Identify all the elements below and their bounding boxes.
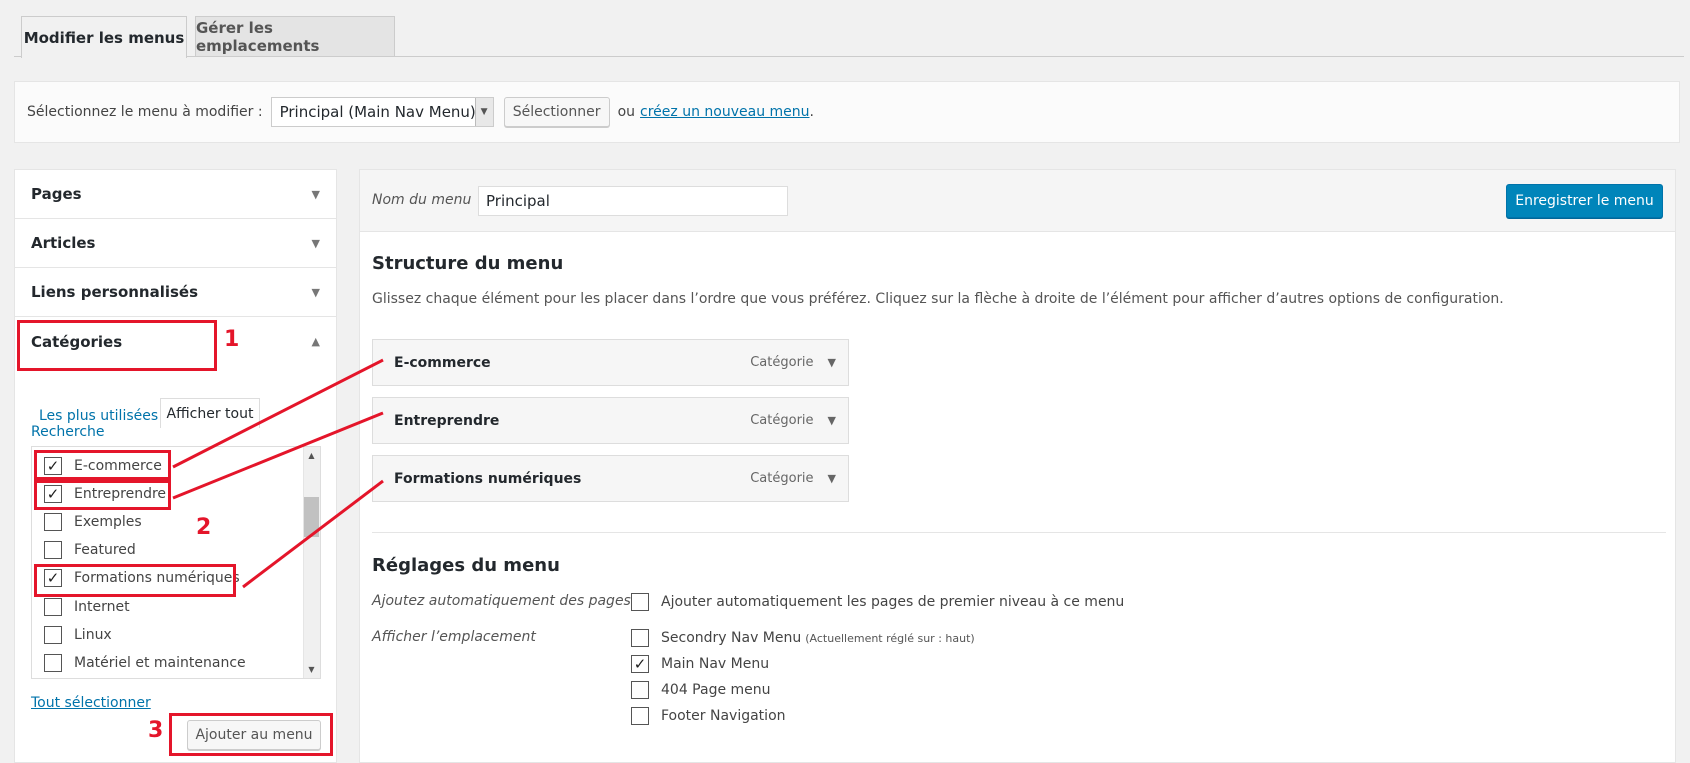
annotation-highlight-formations: [34, 564, 236, 597]
menu-item-title: Entreprendre: [394, 412, 500, 429]
list-item[interactable]: Exemples: [44, 511, 142, 533]
category-label: Internet: [74, 599, 130, 615]
caret-down-icon[interactable]: ▼: [828, 356, 836, 369]
category-label: Matériel et maintenance: [74, 655, 246, 671]
accordion-articles[interactable]: Articles ▼: [15, 219, 336, 268]
auto-add-option-label: Ajouter automatiquement les pages de pre…: [661, 594, 1125, 610]
annotation-highlight-add-button: [169, 713, 333, 756]
menu-name-input[interactable]: Principal: [478, 186, 788, 216]
menu-structure-panel: Nom du menu Principal Enregistrer le men…: [359, 169, 1676, 763]
category-label: Exemples: [74, 514, 142, 530]
checkbox[interactable]: [44, 513, 62, 531]
select-all-link[interactable]: Tout sélectionner: [31, 695, 151, 711]
tab-show-all[interactable]: Afficher tout: [160, 398, 260, 428]
chevron-down-icon: ▼: [474, 98, 493, 126]
location-option-label: Main Nav Menu: [661, 656, 770, 672]
menu-name-label: Nom du menu: [372, 192, 472, 208]
accordion-label: Liens personnalisés: [31, 283, 199, 301]
menu-item-type: Catégorie: [750, 355, 814, 370]
accordion-custom-links[interactable]: Liens personnalisés ▼: [15, 268, 336, 317]
location-option[interactable]: ✓ Main Nav Menu: [631, 653, 769, 675]
checkbox[interactable]: ✓: [631, 655, 649, 673]
tab-edit-menus[interactable]: Modifier les menus: [21, 16, 187, 58]
location-option[interactable]: Footer Navigation: [631, 705, 786, 727]
caret-down-icon: ▼: [311, 187, 320, 201]
select-button[interactable]: Sélectionner: [503, 97, 610, 127]
or-text: ou: [617, 104, 636, 120]
settings-title: Réglages du menu: [372, 555, 560, 576]
tab-search[interactable]: Recherche: [31, 424, 105, 440]
category-label: Linux: [74, 627, 112, 643]
location-option-label: Footer Navigation: [661, 708, 786, 724]
location-option[interactable]: Secondry Nav Menu (Actuellement réglé su…: [631, 627, 975, 649]
menu-item[interactable]: E-commerce Catégorie ▼: [372, 339, 849, 386]
location-option-label: 404 Page menu: [661, 682, 771, 698]
menu-select-value: Principal (Main Nav Menu): [279, 103, 476, 121]
location-option[interactable]: 404 Page menu: [631, 679, 771, 701]
menu-item-type: Catégorie: [750, 471, 814, 486]
auto-add-label: Ajoutez automatiquement des pages: [372, 593, 631, 609]
structure-title: Structure du menu: [372, 253, 564, 274]
location-note: (Actuellement réglé sur : haut): [805, 631, 975, 645]
list-item[interactable]: Internet: [44, 596, 130, 618]
list-item[interactable]: Matériel et maintenance: [44, 652, 246, 674]
annotation-number-3: 3: [148, 718, 164, 743]
create-menu-link[interactable]: créez un nouveau menu: [640, 104, 809, 120]
checkbox[interactable]: [44, 626, 62, 644]
list-item[interactable]: Featured: [44, 539, 136, 561]
menu-item-title: Formations numériques: [394, 470, 582, 487]
caret-up-icon: ▲: [311, 335, 320, 348]
annotation-number-1: 1: [224, 327, 240, 352]
checkbox[interactable]: [44, 541, 62, 559]
checkbox[interactable]: [631, 593, 649, 611]
list-item[interactable]: Linux: [44, 624, 112, 646]
scroll-down-icon[interactable]: ▼: [303, 661, 320, 678]
save-menu-button[interactable]: Enregistrer le menu: [1506, 184, 1663, 218]
caret-down-icon: ▼: [311, 236, 320, 250]
menu-select-bar: Sélectionnez le menu à modifier : Princi…: [14, 81, 1680, 143]
checkbox[interactable]: [44, 654, 62, 672]
checkbox[interactable]: [631, 629, 649, 647]
divider: [372, 532, 1666, 533]
accordion-label: Pages: [31, 185, 82, 203]
caret-down-icon[interactable]: ▼: [828, 414, 836, 427]
menu-item[interactable]: Formations numériques Catégorie ▼: [372, 455, 849, 502]
menu-select-dropdown[interactable]: Principal (Main Nav Menu) ▼: [270, 97, 494, 127]
tab-divider: [14, 56, 1684, 57]
accordion-pages[interactable]: Pages ▼: [15, 170, 336, 219]
menu-item-title: E-commerce: [394, 354, 491, 371]
scroll-thumb[interactable]: [304, 497, 319, 537]
annotation-highlight-categories: [17, 320, 217, 371]
period-text: .: [809, 104, 814, 120]
tab-most-used[interactable]: Les plus utilisées: [39, 408, 158, 424]
annotation-highlight-entreprendre: [34, 480, 171, 510]
caret-down-icon: ▼: [311, 285, 320, 299]
tab-manage-locations[interactable]: Gérer les emplacements: [195, 16, 395, 56]
menu-item-type: Catégorie: [750, 413, 814, 428]
checkbox[interactable]: [631, 681, 649, 699]
menu-item[interactable]: Entreprendre Catégorie ▼: [372, 397, 849, 444]
annotation-highlight-ecommerce: [34, 450, 171, 480]
structure-description: Glissez chaque élément pour les placer d…: [372, 291, 1504, 307]
auto-add-option[interactable]: Ajouter automatiquement les pages de pre…: [631, 591, 1124, 613]
checkbox[interactable]: [44, 598, 62, 616]
accordion-label: Articles: [31, 234, 96, 252]
location-option-label: Secondry Nav Menu: [661, 630, 802, 646]
scrollbar[interactable]: ▲ ▼: [303, 447, 320, 678]
annotation-number-2: 2: [196, 515, 212, 540]
select-menu-label: Sélectionnez le menu à modifier :: [27, 104, 263, 120]
location-label: Afficher l’emplacement: [372, 629, 536, 645]
menu-header: Nom du menu Principal Enregistrer le men…: [360, 170, 1675, 232]
caret-down-icon[interactable]: ▼: [828, 472, 836, 485]
scroll-up-icon[interactable]: ▲: [303, 447, 320, 464]
category-label: Featured: [74, 542, 136, 558]
checkbox[interactable]: [631, 707, 649, 725]
